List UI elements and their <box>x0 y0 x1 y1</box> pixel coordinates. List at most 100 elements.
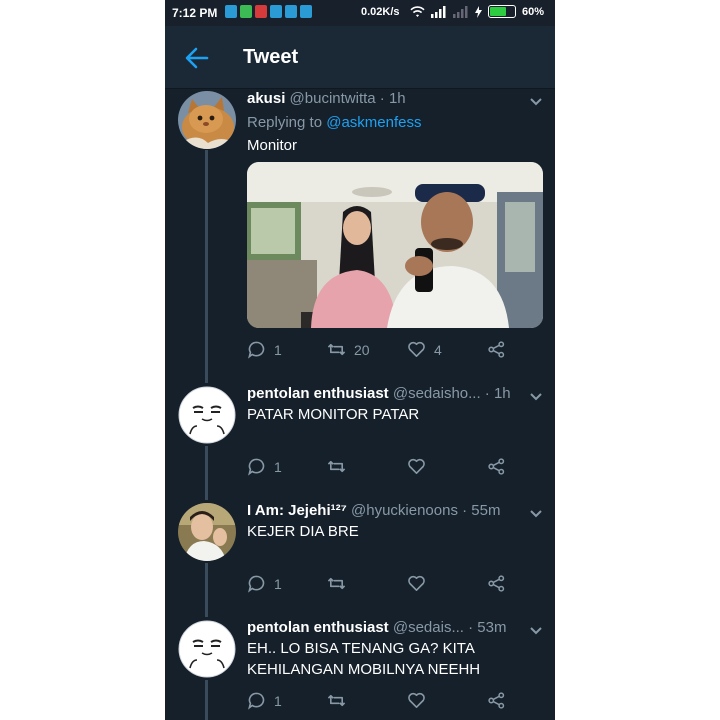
smug-face-avatar-image <box>178 620 236 678</box>
handle-time: @bucintwitta · 1h <box>289 90 406 107</box>
tweet-actions: 1 <box>247 691 537 713</box>
signal-secondary-icon <box>453 5 468 18</box>
reply-count: 1 <box>274 575 282 592</box>
cat-avatar-image <box>178 91 236 149</box>
charging-icon <box>475 5 482 18</box>
display-name[interactable]: akusi <box>247 90 285 107</box>
share-button[interactable] <box>487 457 506 476</box>
share-button[interactable] <box>487 340 506 359</box>
retweet-button[interactable]: 20 <box>327 340 370 359</box>
reply-count: 1 <box>274 341 282 358</box>
retweet-icon <box>327 343 346 356</box>
heart-icon <box>408 575 425 591</box>
avatar[interactable] <box>178 91 236 149</box>
tweet[interactable]: akusi @bucintwitta · 1h Replying to @ask… <box>165 90 555 380</box>
status-bar: 7:12 PM 0.02K/s 60% <box>165 0 555 26</box>
share-icon <box>488 341 505 358</box>
share-icon <box>488 458 505 475</box>
arrow-left-icon[interactable] <box>183 44 211 72</box>
handle-time: @hyuckienoons · 55m <box>351 502 501 519</box>
like-button[interactable] <box>407 691 434 710</box>
tweet-header: pentolan enthusiast @sedaisho... · 1h <box>247 385 527 402</box>
reply-count: 1 <box>274 458 282 475</box>
chevron-down-icon[interactable] <box>529 624 543 638</box>
display-name[interactable]: pentolan enthusiast <box>247 385 389 402</box>
share-button[interactable] <box>487 574 506 593</box>
tweet-text: Monitor <box>247 137 298 154</box>
display-name[interactable]: I Am: Jejehi¹²⁷ <box>247 502 347 519</box>
tweet-photo[interactable] <box>247 162 543 328</box>
tweet-actions: 1 20 4 <box>247 340 537 362</box>
notification-icons <box>225 5 312 18</box>
notification-app-icon <box>225 5 237 18</box>
chevron-down-icon[interactable] <box>529 95 543 109</box>
handle-time: @sedais... · 53m <box>392 619 507 636</box>
page-title: Tweet <box>243 46 299 68</box>
notification-app-icon <box>240 5 252 18</box>
like-button[interactable] <box>407 574 434 593</box>
notification-app-icon <box>255 5 267 18</box>
tweet[interactable]: pentolan enthusiast @sedaisho... · 1h PA… <box>165 385 555 497</box>
tweet-text: KEJER DIA BRE <box>247 523 359 540</box>
reply-count: 1 <box>274 692 282 709</box>
wifi-icon <box>410 5 425 17</box>
reply-icon <box>248 692 265 710</box>
retweet-icon <box>327 460 346 473</box>
status-right: 60% <box>410 5 544 18</box>
reply-button[interactable]: 1 <box>247 691 282 710</box>
battery-icon <box>488 5 516 18</box>
notification-app-icon <box>285 5 297 18</box>
tweet-actions: 1 <box>247 457 537 479</box>
signal-icon <box>431 5 446 18</box>
battery-percent: 60% <box>522 5 545 18</box>
reply-button[interactable]: 1 <box>247 574 282 593</box>
reply-button[interactable]: 1 <box>247 340 282 359</box>
like-count: 4 <box>434 341 442 358</box>
car-interior-photo <box>247 162 543 328</box>
heart-icon <box>408 341 425 357</box>
smug-face-avatar-image <box>178 386 236 444</box>
notification-app-icon <box>270 5 282 18</box>
share-button[interactable] <box>487 691 506 710</box>
display-name[interactable]: pentolan enthusiast <box>247 619 389 636</box>
tweet-header: pentolan enthusiast @sedais... · 53m <box>247 619 527 636</box>
phone-screen: 7:12 PM 0.02K/s 60% Tweet akusi @bucintw… <box>165 0 555 720</box>
person-avatar-image <box>178 503 236 561</box>
retweet-button[interactable] <box>327 574 354 593</box>
tweet-header: I Am: Jejehi¹²⁷ @hyuckienoons · 55m <box>247 502 527 519</box>
like-button[interactable] <box>407 457 434 476</box>
retweet-button[interactable] <box>327 691 354 710</box>
share-icon <box>488 692 505 709</box>
retweet-icon <box>327 694 346 707</box>
network-speed: 0.02K/s <box>361 6 400 18</box>
heart-icon <box>408 692 425 708</box>
battery-level <box>490 7 506 16</box>
handle-time: @sedaisho... · 1h <box>392 385 511 402</box>
like-button[interactable]: 4 <box>407 340 442 359</box>
tweet-header: akusi @bucintwitta · 1h <box>247 90 527 107</box>
retweet-button[interactable] <box>327 457 354 476</box>
heart-icon <box>408 458 425 474</box>
reply-icon <box>248 575 265 593</box>
chevron-down-icon[interactable] <box>529 507 543 521</box>
avatar[interactable] <box>178 503 236 561</box>
status-time: 7:12 PM <box>172 6 218 20</box>
reply-button[interactable]: 1 <box>247 457 282 476</box>
mention-link[interactable]: @askmenfess <box>326 114 421 131</box>
tweet-text: EH.. LO BISA TENANG GA? KITA KEHILANGAN … <box>247 640 481 678</box>
tweet-text: PATAR MONITOR PATAR <box>247 406 420 423</box>
chevron-down-icon[interactable] <box>529 390 543 404</box>
app-header: Tweet <box>165 26 555 89</box>
tweet[interactable]: pentolan enthusiast @sedais... · 53m EH.… <box>165 619 555 720</box>
tweet[interactable]: I Am: Jejehi¹²⁷ @hyuckienoons · 55m KEJE… <box>165 502 555 614</box>
tweet-actions: 1 <box>247 574 537 596</box>
retweet-icon <box>327 577 346 590</box>
share-icon <box>488 575 505 592</box>
notification-app-icon <box>300 5 312 18</box>
retweet-count: 20 <box>354 341 370 358</box>
avatar[interactable] <box>178 386 236 444</box>
replying-prefix: Replying to <box>247 114 323 131</box>
avatar[interactable] <box>178 620 236 678</box>
replying-to: Replying to @askmenfess <box>247 114 421 131</box>
reply-icon <box>248 458 265 476</box>
